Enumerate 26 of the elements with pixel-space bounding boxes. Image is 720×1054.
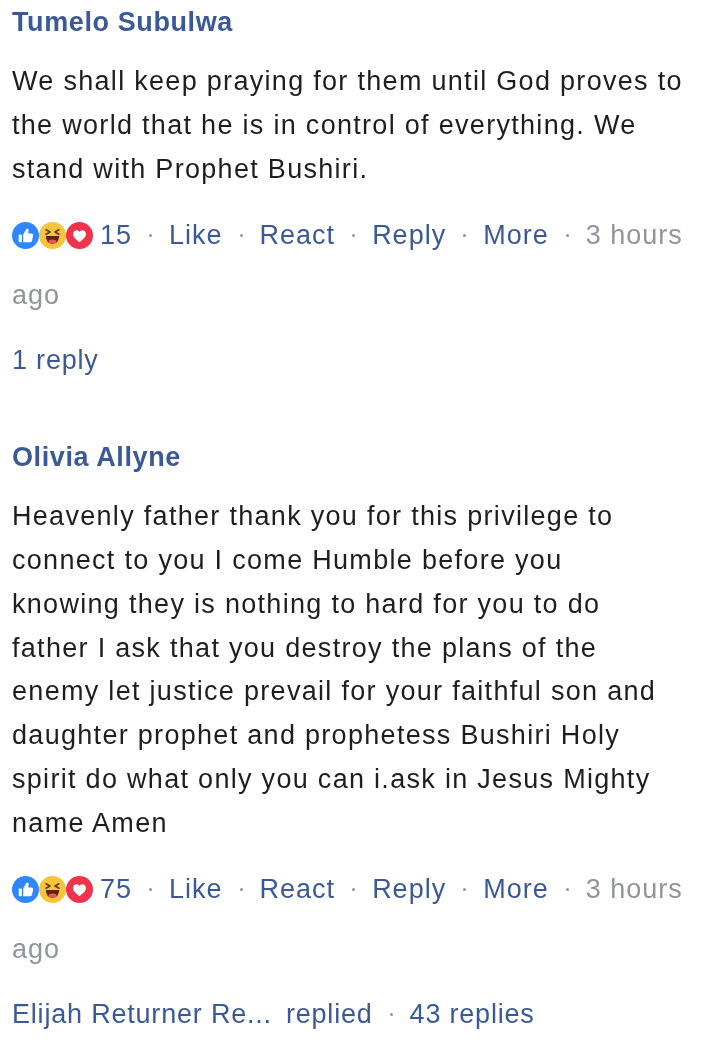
replier-name[interactable]: Elijah Returner Re... (12, 996, 272, 1033)
timestamp: ago (12, 279, 61, 313)
thumbs-up-icon (12, 221, 39, 249)
laughing-face-icon (39, 221, 66, 249)
laughing-face-icon (39, 875, 66, 903)
reaction-count: 15 (100, 219, 133, 253)
action-link[interactable]: Like (169, 871, 223, 908)
replied-text: replied (285, 998, 373, 1032)
author-name[interactable]: Olivia Allyne (12, 439, 181, 476)
reaction-count: 75 (100, 873, 133, 907)
author-name[interactable]: Tumelo Subulwa (12, 4, 233, 40)
action-link[interactable]: More (483, 871, 549, 908)
action-link[interactable]: Like (169, 217, 223, 254)
action-link[interactable]: Reply (372, 871, 447, 908)
timestamp: 3 hours (585, 873, 683, 907)
replies-link[interactable]: 1 reply (12, 342, 99, 379)
action-link[interactable]: Reply (372, 217, 447, 254)
comment-text: Heavenly father thank you for this privilege to connect to you I come Humble before you knowing they is nothing to hard for you to do father I ask that you destroy the plans of the enemy let justice prevail for your faithful son and daughter prophet and prophetess Bushiri Holy spirit do what only you can i.ask in Jesus Mighty name Amen (12, 500, 657, 840)
comment-text: We shall keep praying for them until God proves to the world that he is in control of everything. We stand with Prophet Bushiri. (12, 65, 683, 186)
thumbs-up-icon (12, 875, 39, 903)
timestamp: 3 hours (585, 219, 683, 253)
action-link[interactable]: More (483, 217, 549, 254)
replies-link[interactable]: 43 replies (409, 996, 535, 1033)
action-link[interactable]: React (259, 217, 336, 254)
timestamp: ago (12, 933, 61, 967)
action-link[interactable]: React (259, 871, 336, 908)
